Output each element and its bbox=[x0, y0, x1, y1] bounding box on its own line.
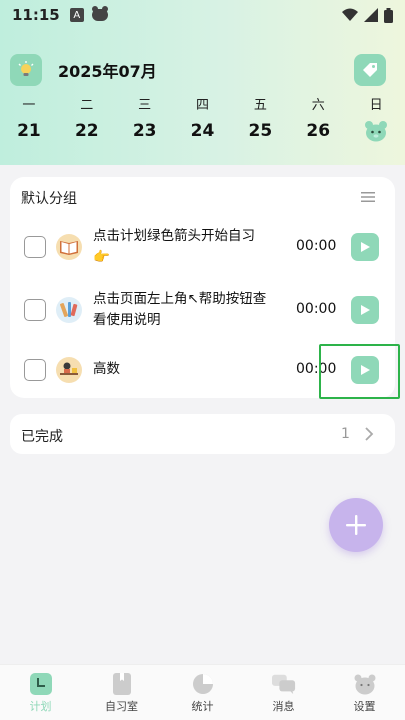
date-cell[interactable]: 23 bbox=[116, 118, 174, 144]
weekday-label: 日 bbox=[369, 98, 383, 113]
desk-study-icon bbox=[56, 357, 82, 383]
plan-icon bbox=[29, 673, 53, 695]
battery-icon bbox=[384, 7, 393, 23]
task-checkbox[interactable] bbox=[24, 236, 46, 258]
tag-button[interactable] bbox=[354, 54, 386, 86]
book-icon bbox=[56, 234, 82, 260]
notification-a-icon: A bbox=[69, 8, 84, 22]
tab-label: 自习室 bbox=[105, 700, 138, 713]
message-icon bbox=[271, 673, 296, 695]
weekday-label: 六 bbox=[311, 98, 325, 113]
tab-plan[interactable]: 计划 bbox=[0, 665, 81, 720]
task-title: 点击页面左上角↖帮助按钮查看使用说明 bbox=[93, 291, 267, 328]
task-checkbox[interactable] bbox=[24, 299, 46, 321]
tab-settings[interactable]: 设置 bbox=[324, 665, 405, 720]
chevron-right-icon bbox=[365, 427, 374, 441]
menu-icon[interactable] bbox=[361, 192, 375, 202]
lightbulb-icon bbox=[18, 61, 34, 76]
month-title[interactable]: 2025年07月 bbox=[58, 58, 157, 82]
tab-label: 消息 bbox=[272, 700, 295, 713]
tab-statistics[interactable]: 统计 bbox=[162, 665, 243, 720]
task-title: 点击计划绿色箭头开始自习 👉 bbox=[93, 226, 273, 268]
task-row[interactable]: 点击计划绿色箭头开始自习 👉 00:00 bbox=[10, 219, 395, 275]
date-row: 21 22 23 24 25 26 bbox=[0, 118, 405, 144]
tab-study-room[interactable]: 自习室 bbox=[81, 665, 162, 720]
group-title: 默认分组 bbox=[21, 191, 77, 207]
play-icon bbox=[361, 305, 370, 315]
weekday-label: 三 bbox=[138, 98, 152, 113]
add-task-button[interactable] bbox=[329, 498, 383, 552]
play-icon bbox=[361, 242, 370, 252]
date-cell[interactable]: 25 bbox=[231, 118, 289, 144]
date-cell[interactable]: 26 bbox=[289, 118, 347, 144]
completed-label: 已完成 bbox=[21, 429, 63, 445]
tab-label: 统计 bbox=[191, 700, 214, 713]
pie-chart-icon bbox=[191, 673, 215, 695]
task-title-text: 点击计划绿色箭头开始自习 bbox=[93, 228, 255, 244]
weekday-label: 二 bbox=[80, 98, 94, 113]
date-cell[interactable]: 24 bbox=[174, 118, 232, 144]
signal-icon bbox=[364, 8, 378, 22]
weekday-row: 一 二 三 四 五 六 日 bbox=[0, 94, 405, 113]
weekday-label: 一 bbox=[22, 98, 36, 113]
notification-bear-icon bbox=[91, 6, 108, 21]
pointing-hand-emoji: 👉 bbox=[93, 249, 110, 265]
task-title: 高数 bbox=[93, 361, 120, 377]
completed-count: 1 bbox=[341, 426, 350, 442]
tab-label: 计划 bbox=[29, 700, 52, 713]
task-time: 00:00 bbox=[296, 238, 337, 254]
weekday-label: 五 bbox=[253, 98, 267, 113]
task-row[interactable]: 点击页面左上角↖帮助按钮查看使用说明 00:00 bbox=[10, 282, 395, 338]
today-cell[interactable] bbox=[347, 118, 405, 144]
highlight-box bbox=[319, 344, 400, 399]
bottom-tab-bar: 计划 自习室 统计 消息 设置 bbox=[0, 664, 405, 720]
bear-settings-icon bbox=[353, 673, 377, 695]
task-checkbox[interactable] bbox=[24, 359, 46, 381]
tab-label: 设置 bbox=[353, 700, 376, 713]
date-cell[interactable]: 21 bbox=[0, 118, 58, 144]
start-task-button[interactable] bbox=[351, 233, 379, 261]
weekday-label: 四 bbox=[196, 98, 210, 113]
wifi-icon bbox=[342, 8, 358, 21]
completed-section[interactable]: 已完成 1 bbox=[10, 414, 395, 454]
tag-icon bbox=[363, 63, 377, 77]
start-task-button[interactable] bbox=[351, 296, 379, 324]
tools-icon bbox=[56, 297, 82, 323]
study-room-icon bbox=[110, 673, 134, 695]
plus-icon bbox=[346, 515, 366, 535]
tab-messages[interactable]: 消息 bbox=[243, 665, 324, 720]
status-bar: 11:15 A bbox=[0, 0, 405, 30]
status-time: 11:15 bbox=[12, 6, 60, 24]
task-time: 00:00 bbox=[296, 301, 337, 317]
date-cell[interactable]: 22 bbox=[58, 118, 116, 144]
help-button[interactable] bbox=[10, 54, 42, 86]
bear-today-icon bbox=[365, 121, 388, 142]
